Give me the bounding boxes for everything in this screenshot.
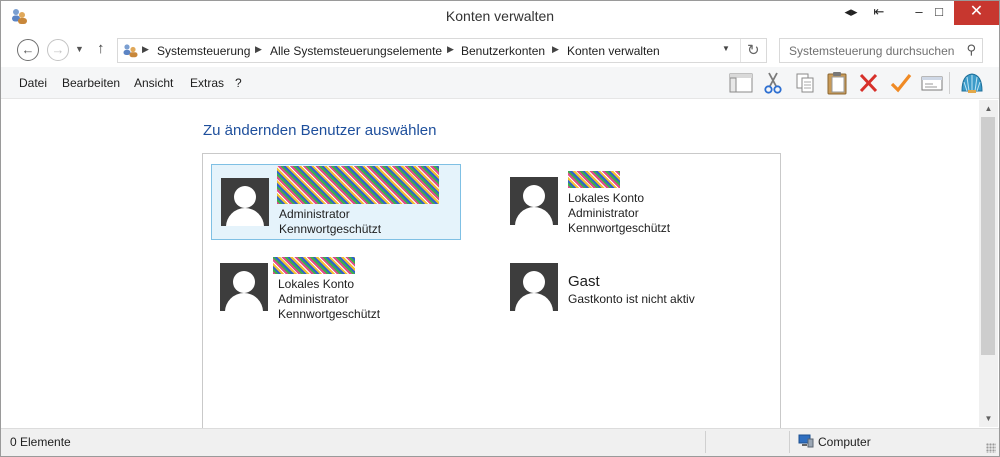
user-avatar-icon bbox=[510, 177, 558, 225]
menu-bearbeiten[interactable]: Bearbeiten bbox=[62, 76, 120, 90]
user-avatar-icon bbox=[221, 178, 269, 226]
user-avatar-icon bbox=[510, 263, 558, 311]
menu-bar: Datei Bearbeiten Ansicht Extras ? bbox=[1, 67, 999, 99]
layout-icon[interactable] bbox=[728, 71, 754, 95]
check-icon[interactable] bbox=[888, 71, 914, 95]
scroll-down-arrow-icon[interactable]: ▼ bbox=[979, 410, 998, 427]
breadcrumb-user-accounts[interactable]: Benutzerkonten bbox=[461, 44, 545, 58]
location-label: Computer bbox=[818, 435, 871, 449]
status-divider bbox=[789, 431, 790, 453]
scroll-thumb[interactable] bbox=[981, 117, 995, 355]
search-input[interactable]: Systemsteuerung durchsuchen bbox=[789, 44, 954, 58]
item-count: 0 Elemente bbox=[10, 435, 71, 449]
account-name: Gast bbox=[568, 273, 600, 290]
search-box[interactable]: Systemsteuerung durchsuchen ⚲ bbox=[779, 38, 983, 63]
resize-grip-icon[interactable] bbox=[986, 443, 996, 453]
address-dropdown-icon[interactable]: ▼ bbox=[722, 44, 730, 53]
content-area: Zu ändernden Benutzer auswählen Administ… bbox=[1, 100, 979, 433]
breadcrumb-all-items[interactable]: Alle Systemsteuerungselemente bbox=[270, 44, 442, 58]
menu-help[interactable]: ? bbox=[235, 76, 242, 90]
status-divider bbox=[705, 431, 706, 453]
redacted-account-name bbox=[273, 257, 355, 274]
search-icon[interactable]: ⚲ bbox=[966, 42, 976, 58]
divider bbox=[740, 39, 741, 62]
up-arrow-icon[interactable]: ↑ bbox=[97, 40, 105, 57]
account-type: Administrator bbox=[278, 292, 349, 306]
refresh-icon[interactable]: ↻ bbox=[747, 41, 760, 59]
title-bar[interactable]: Konten verwalten ◂▸ ⇤ – □ ✕ bbox=[1, 1, 999, 32]
snap-icon[interactable]: ◂▸ bbox=[839, 1, 863, 25]
menu-extras[interactable]: Extras bbox=[190, 76, 224, 90]
delete-icon[interactable] bbox=[856, 71, 882, 95]
copy-icon[interactable] bbox=[792, 71, 818, 95]
account-kind: Lokales Konto bbox=[568, 191, 645, 205]
vertical-scrollbar[interactable]: ▲ ▼ bbox=[979, 100, 998, 427]
address-bar[interactable]: ▶ Systemsteuerung ▶ Alle Systemsteuerung… bbox=[117, 38, 767, 63]
forward-button[interactable]: → bbox=[47, 39, 69, 61]
accounts-panel: Administrator Kennwortgeschützt Lokales … bbox=[202, 153, 781, 433]
status-bar: 0 Elemente Computer bbox=[1, 428, 999, 456]
toolbar-divider bbox=[949, 72, 950, 94]
account-password-status: Kennwortgeschützt bbox=[568, 221, 671, 235]
scroll-up-arrow-icon[interactable]: ▲ bbox=[979, 100, 998, 117]
user-avatar-icon bbox=[220, 263, 268, 311]
account-type: Administrator bbox=[568, 206, 639, 220]
computer-icon bbox=[798, 434, 814, 448]
account-tile[interactable]: Lokales Konto Administrator Kennwortgesc… bbox=[211, 250, 461, 326]
account-type: Administrator bbox=[279, 207, 350, 221]
breadcrumb-systemsteuerung[interactable]: Systemsteuerung bbox=[157, 44, 250, 58]
chevron-right-icon[interactable]: ▶ bbox=[447, 44, 454, 55]
account-tile[interactable]: Gast Gastkonto ist nicht aktiv bbox=[501, 250, 751, 326]
control-panel-window: Konten verwalten ◂▸ ⇤ – □ ✕ ← → ▼ ↑ ▶ Sy… bbox=[0, 0, 1000, 457]
account-status: Gastkonto ist nicht aktiv bbox=[568, 292, 695, 306]
paste-icon[interactable] bbox=[824, 71, 850, 95]
account-password-status: Kennwortgeschützt bbox=[278, 307, 381, 321]
maximize-button[interactable]: □ bbox=[923, 1, 955, 25]
redacted-account-name bbox=[568, 171, 620, 188]
shell-icon[interactable] bbox=[959, 71, 985, 95]
close-button[interactable]: ✕ bbox=[954, 1, 999, 25]
account-password-status: Kennwortgeschützt bbox=[279, 222, 382, 236]
cut-icon[interactable] bbox=[760, 71, 786, 95]
user-accounts-icon bbox=[123, 44, 138, 58]
app-switch-icon[interactable]: ⇤ bbox=[866, 1, 892, 25]
chevron-right-icon[interactable]: ▶ bbox=[255, 44, 262, 55]
account-kind: Lokales Konto bbox=[278, 277, 355, 291]
account-tile[interactable]: Lokales Konto Administrator Kennwortgesc… bbox=[501, 164, 751, 240]
chevron-right-icon[interactable]: ▶ bbox=[552, 44, 559, 55]
breadcrumb-manage-accounts[interactable]: Konten verwalten bbox=[567, 44, 660, 58]
navigation-bar: ← → ▼ ↑ ▶ Systemsteuerung ▶ Alle Systems… bbox=[1, 35, 999, 65]
back-button[interactable]: ← bbox=[17, 39, 39, 61]
menu-datei[interactable]: Datei bbox=[19, 76, 47, 90]
redacted-account-name bbox=[277, 166, 439, 204]
recent-locations-icon[interactable]: ▼ bbox=[75, 44, 84, 54]
menu-ansicht[interactable]: Ansicht bbox=[134, 76, 173, 90]
properties-icon[interactable] bbox=[919, 71, 945, 95]
chevron-right-icon: ▶ bbox=[142, 44, 149, 54]
account-tile[interactable]: Administrator Kennwortgeschützt bbox=[211, 164, 461, 240]
page-title: Zu ändernden Benutzer auswählen bbox=[203, 122, 437, 139]
